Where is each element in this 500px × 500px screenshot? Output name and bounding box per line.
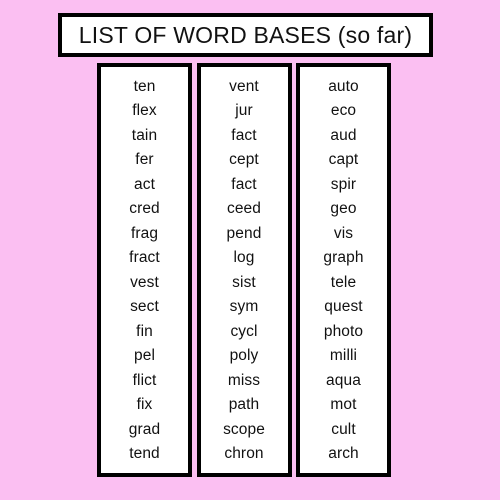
word-cell: cult — [331, 420, 356, 438]
word-cell: ceed — [226, 200, 261, 217]
word-cell: vest — [130, 273, 159, 291]
word-column-2: vent jur fact cept fact ceed pend log si… — [196, 63, 292, 477]
word-cell: cept — [229, 151, 259, 168]
word-cell: aqua — [326, 371, 361, 389]
word-cell: fer — [135, 151, 154, 168]
word-cell: act — [134, 175, 155, 193]
word-cell: milli — [329, 347, 358, 364]
word-cell: photo — [323, 322, 364, 340]
word-cell: pel — [134, 347, 155, 364]
word-cell: aud — [330, 126, 357, 144]
word-cell: flict — [132, 371, 157, 389]
word-cell: mot — [330, 396, 357, 413]
word-cell: fact — [231, 175, 257, 193]
word-cell: cycl — [230, 322, 258, 340]
poster-canvas: LIST OF WORD BASES (so far) ten flex tai… — [0, 0, 500, 500]
word-cell: grad — [128, 420, 161, 438]
word-cell: sect — [130, 298, 159, 315]
word-cell: auto — [328, 77, 359, 95]
word-cell: ten — [133, 77, 156, 95]
word-cell: tain — [131, 126, 158, 144]
word-cell: eco — [330, 102, 357, 119]
word-cell: spir — [330, 175, 357, 193]
word-cell: geo — [330, 200, 357, 217]
word-column-1: ten flex tain fer act cred frag fract ve… — [97, 63, 192, 477]
word-cell: vent — [229, 77, 259, 95]
word-cell: fix — [136, 396, 153, 413]
title-banner: LIST OF WORD BASES (so far) — [58, 13, 433, 57]
word-bases-table: ten flex tain fer act cred frag fract ve… — [97, 63, 391, 477]
word-cell: pend — [226, 224, 262, 242]
word-cell: graph — [323, 249, 364, 266]
word-cell: frag — [130, 224, 159, 242]
word-cell: quest — [324, 298, 363, 315]
word-cell: tend — [129, 445, 160, 462]
word-column-3: auto eco aud capt spir geo vis graph tel… — [296, 63, 391, 477]
word-cell: sist — [232, 273, 256, 291]
word-cell: cred — [129, 200, 160, 217]
word-cell: vis — [333, 224, 354, 242]
word-cell: capt — [328, 151, 359, 168]
word-cell: scope — [223, 420, 265, 438]
word-cell: fin — [136, 322, 153, 340]
word-cell: fact — [231, 126, 257, 144]
word-cell: path — [228, 396, 260, 413]
word-cell: poly — [229, 347, 259, 364]
word-cell: chron — [224, 445, 264, 462]
word-cell: miss — [227, 371, 261, 389]
word-cell: log — [233, 249, 255, 266]
word-cell: fract — [129, 249, 160, 266]
page-title: LIST OF WORD BASES (so far) — [78, 21, 413, 48]
word-cell: tele — [330, 273, 357, 291]
word-cell: flex — [132, 102, 157, 119]
word-cell: jur — [235, 102, 253, 119]
word-cell: sym — [229, 298, 259, 315]
word-cell: arch — [328, 445, 359, 462]
